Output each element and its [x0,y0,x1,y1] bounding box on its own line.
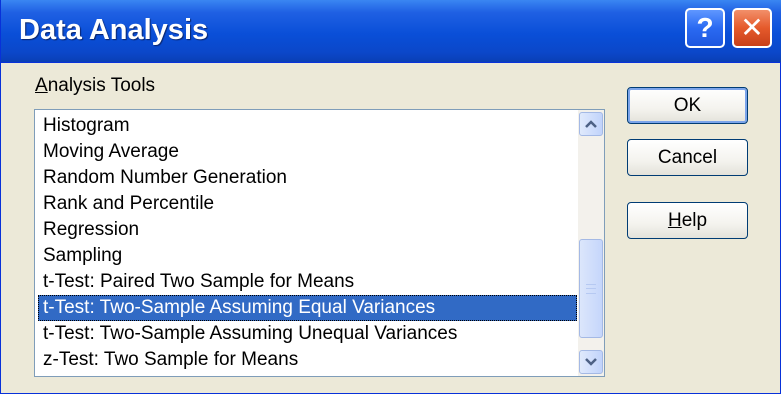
scrollbar-thumb[interactable] [579,239,603,338]
list-item-random-number-generation[interactable]: Random Number Generation [38,165,577,191]
chevron-up-icon [585,120,597,128]
scroll-down-button[interactable] [579,350,603,374]
analysis-tools-listbox[interactable]: Histogram Moving Average Random Number G… [34,109,605,377]
list-item-t-test-unequal-variances[interactable]: t-Test: Two-Sample Assuming Unequal Vari… [38,321,577,347]
vertical-scrollbar[interactable] [578,110,604,376]
title-help-button[interactable]: ? [685,8,725,48]
list-item-sampling[interactable]: Sampling [38,243,577,269]
list-item-z-test[interactable]: z-Test: Two Sample for Means [38,347,577,373]
analysis-tools-items: Histogram Moving Average Random Number G… [35,110,577,376]
list-item-t-test-equal-variances[interactable]: t-Test: Two-Sample Assuming Equal Varian… [38,295,577,321]
list-item-t-test-paired[interactable]: t-Test: Paired Two Sample for Means [38,269,577,295]
help-button-text: elp [681,209,708,231]
data-analysis-dialog: Data Analysis ? ✕ Analysis Tools Histogr… [0,0,781,394]
list-item-regression[interactable]: Regression [38,217,577,243]
analysis-tools-label-text: nalysis Tools [47,75,156,96]
chevron-down-icon [585,358,597,366]
list-item-rank-and-percentile[interactable]: Rank and Percentile [38,191,577,217]
grip-icon [586,283,596,294]
list-item-moving-average[interactable]: Moving Average [38,139,577,165]
title-close-button[interactable]: ✕ [732,8,772,48]
analysis-tools-label-mnemonic: A [35,75,48,96]
ok-button[interactable]: OK [627,87,748,124]
analysis-tools-label: Analysis Tools [35,75,155,97]
help-button[interactable]: Help [627,202,748,239]
title-bar[interactable]: Data Analysis ? ✕ [1,0,781,63]
window-title: Data Analysis [19,14,209,46]
help-icon: ? [696,12,714,43]
close-icon: ✕ [740,12,764,43]
scroll-up-button[interactable] [579,112,603,136]
help-button-mnemonic: H [667,209,682,231]
cancel-button[interactable]: Cancel [627,139,748,176]
list-item-histogram[interactable]: Histogram [38,113,577,139]
